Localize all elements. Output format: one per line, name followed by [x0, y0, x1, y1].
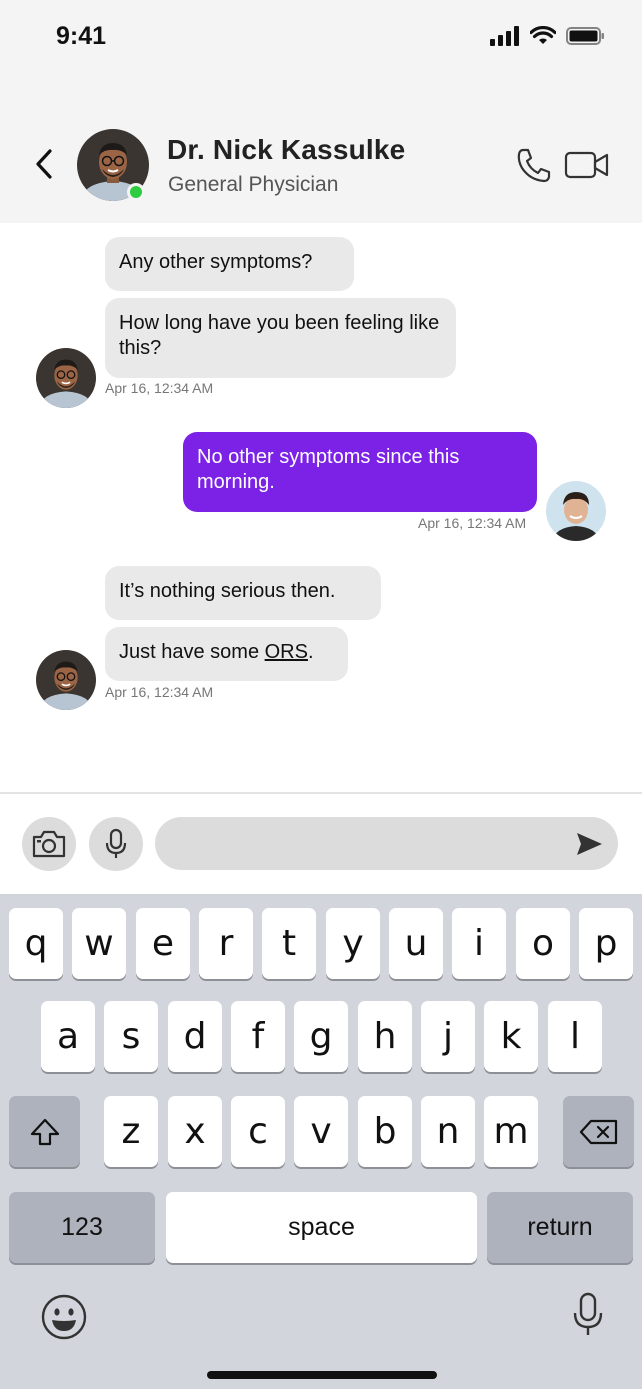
- key-u[interactable]: u: [389, 908, 443, 979]
- user-avatar[interactable]: [546, 481, 606, 541]
- key-h[interactable]: h: [358, 1001, 412, 1072]
- message-bubble-incoming[interactable]: It’s nothing serious then.: [105, 566, 381, 620]
- key-q[interactable]: q: [9, 908, 63, 979]
- video-call-button[interactable]: [564, 148, 610, 182]
- backspace-icon: [579, 1119, 617, 1144]
- backspace-key[interactable]: [563, 1096, 634, 1167]
- message-bubble-incoming[interactable]: How long have you been feeling like this…: [105, 298, 456, 378]
- dictation-button[interactable]: [572, 1292, 604, 1338]
- home-indicator[interactable]: [207, 1371, 437, 1379]
- key-t[interactable]: t: [262, 908, 316, 979]
- key-i[interactable]: i: [452, 908, 506, 979]
- emoji-button[interactable]: [40, 1293, 88, 1341]
- key-j[interactable]: j: [421, 1001, 475, 1072]
- message-timestamp: Apr 16, 12:34 AM: [105, 380, 214, 396]
- key-v[interactable]: v: [294, 1096, 348, 1167]
- message-text-end: .: [307, 641, 314, 663]
- ors-link[interactable]: ORS: [265, 641, 308, 663]
- key-y[interactable]: y: [326, 908, 380, 979]
- phone-icon: [517, 148, 551, 183]
- doctor-avatar-small[interactable]: [36, 650, 96, 710]
- send-button[interactable]: [574, 830, 604, 858]
- key-n[interactable]: n: [421, 1096, 475, 1167]
- numbers-key[interactable]: 123: [9, 1192, 155, 1263]
- doctor-name: Dr. Nick Kassulke: [167, 134, 406, 165]
- status-time: 9:41: [56, 22, 107, 50]
- key-z[interactable]: z: [104, 1096, 158, 1167]
- back-button[interactable]: [26, 144, 62, 184]
- key-r[interactable]: r: [199, 908, 253, 979]
- back-chevron-icon: [36, 149, 52, 179]
- return-key[interactable]: return: [487, 1192, 633, 1263]
- microphone-icon: [105, 828, 127, 858]
- key-x[interactable]: x: [168, 1096, 222, 1167]
- send-icon: [577, 833, 602, 855]
- message-bubble-incoming[interactable]: Any other symptoms?: [105, 237, 354, 291]
- shift-icon: [30, 1118, 59, 1145]
- emoji-icon: [41, 1294, 87, 1340]
- wifi-icon: [530, 26, 556, 44]
- chat-header: 9:41 Dr. Nick Kassulke General Physician: [0, 0, 642, 223]
- message-input[interactable]: [155, 817, 618, 870]
- dictation-icon: [573, 1292, 603, 1335]
- status-icons: [490, 26, 606, 46]
- key-l[interactable]: l: [548, 1001, 602, 1072]
- key-m[interactable]: m: [484, 1096, 538, 1167]
- camera-button[interactable]: [22, 817, 76, 871]
- key-c[interactable]: c: [231, 1096, 285, 1167]
- shift-key[interactable]: [9, 1096, 80, 1167]
- key-s[interactable]: s: [104, 1001, 158, 1072]
- message-text: Just have some: [119, 641, 265, 663]
- signal-icon: [490, 26, 519, 46]
- battery-icon: [566, 27, 604, 45]
- voice-call-button[interactable]: [514, 146, 554, 184]
- doctor-avatar-small[interactable]: [36, 348, 96, 408]
- video-camera-icon: [564, 151, 609, 179]
- key-a[interactable]: a: [41, 1001, 95, 1072]
- composer-divider: [0, 792, 642, 794]
- camera-icon: [32, 830, 66, 858]
- online-status-indicator: [127, 183, 145, 201]
- message-bubble-outgoing[interactable]: No other symptoms since this morning.: [183, 432, 537, 512]
- key-e[interactable]: e: [136, 908, 190, 979]
- keyboard: q w e r t y u i o p a s d f g h j k l z …: [0, 894, 642, 1389]
- key-g[interactable]: g: [294, 1001, 348, 1072]
- key-k[interactable]: k: [484, 1001, 538, 1072]
- space-key[interactable]: space: [166, 1192, 477, 1263]
- message-bubble-incoming[interactable]: Just have some ORS.: [105, 627, 348, 681]
- message-timestamp: Apr 16, 12:34 AM: [418, 515, 527, 531]
- doctor-title: General Physician: [168, 173, 339, 196]
- key-w[interactable]: w: [72, 908, 126, 979]
- key-f[interactable]: f: [231, 1001, 285, 1072]
- key-b[interactable]: b: [358, 1096, 412, 1167]
- message-timestamp: Apr 16, 12:34 AM: [105, 684, 214, 700]
- key-p[interactable]: p: [579, 908, 633, 979]
- key-o[interactable]: o: [516, 908, 570, 979]
- voice-note-button[interactable]: [89, 817, 143, 871]
- key-d[interactable]: d: [168, 1001, 222, 1072]
